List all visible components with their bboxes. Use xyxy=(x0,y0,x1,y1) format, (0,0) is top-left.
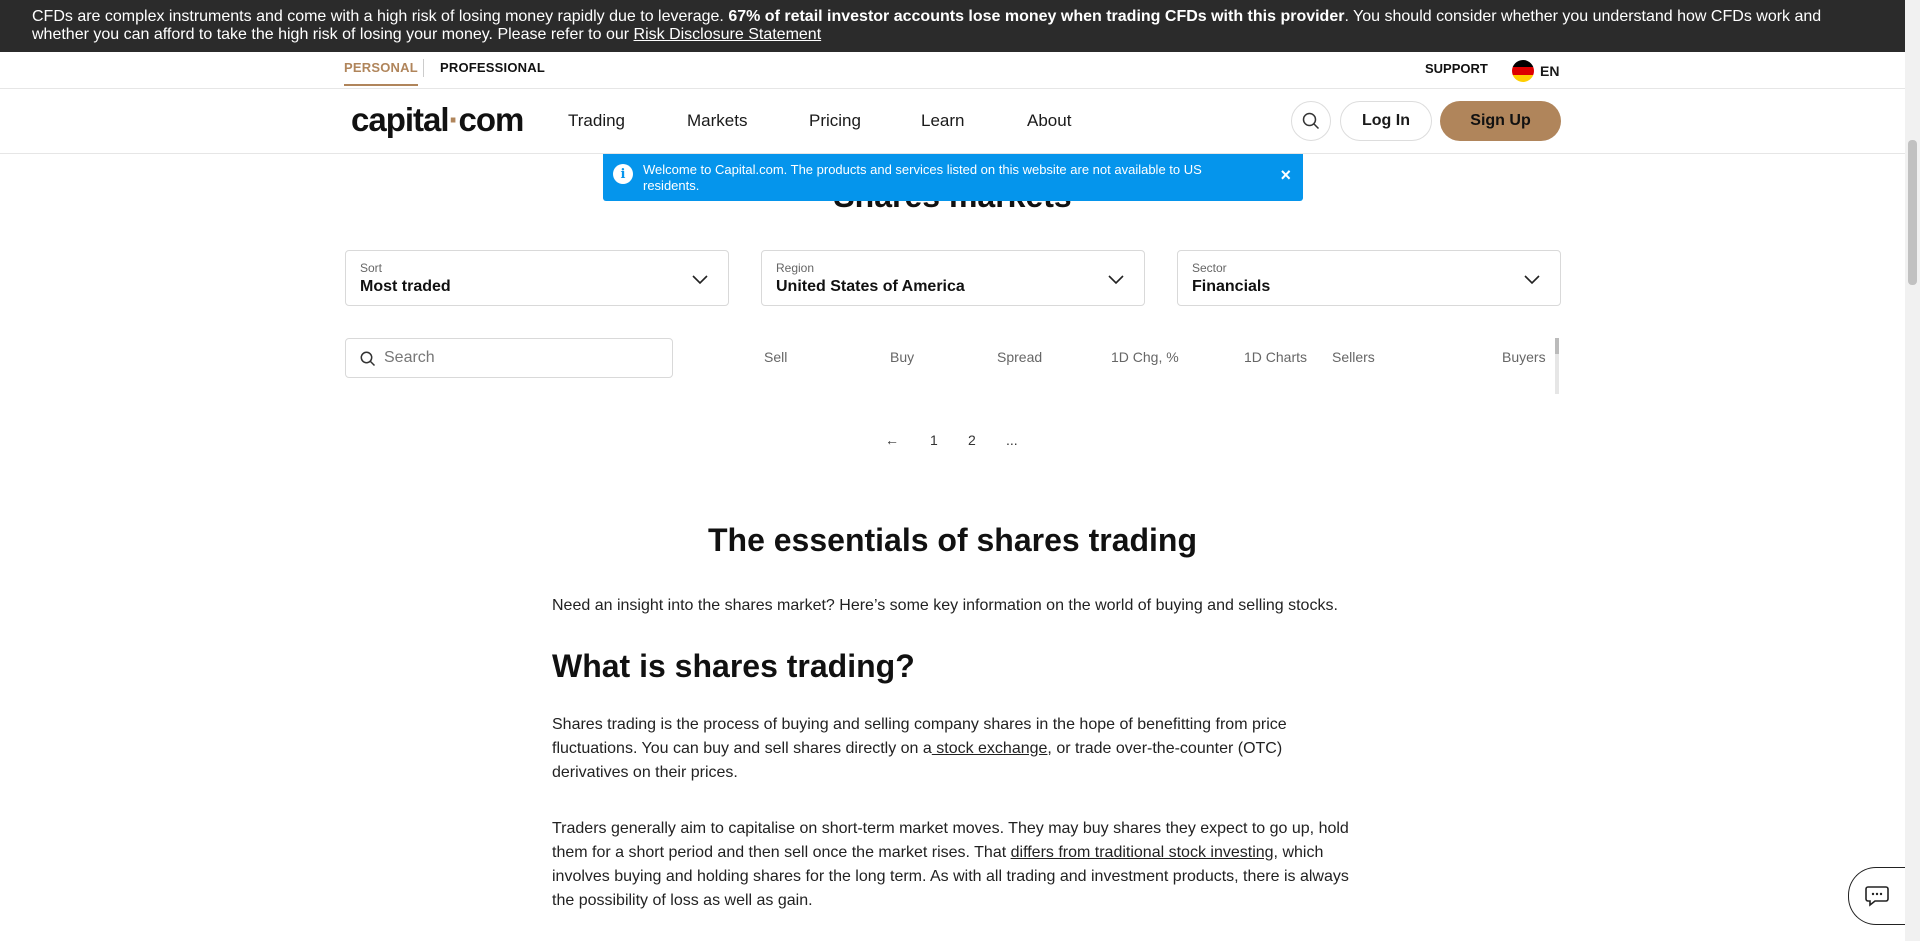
info-icon: i xyxy=(613,164,633,184)
article-paragraph-2: Traders generally aim to capitalise on s… xyxy=(552,820,1349,909)
sector-value: Financials xyxy=(1192,278,1271,295)
capital-com-logo[interactable]: capital·com xyxy=(351,101,524,139)
chevron-down-icon xyxy=(692,275,708,285)
risk-text-bold: 67% of retail investor accounts lose mon… xyxy=(728,8,1345,25)
chat-bubble-icon xyxy=(1865,886,1889,907)
column-1d-change[interactable]: 1D Chg, % xyxy=(1111,349,1179,365)
sort-label: Sort xyxy=(360,261,383,275)
search-icon xyxy=(1302,112,1320,130)
chevron-down-icon xyxy=(1108,275,1124,285)
support-link[interactable]: SUPPORT xyxy=(1425,61,1488,76)
main-nav: capital·com Trading Markets Pricing Lear… xyxy=(0,89,1905,154)
sector-dropdown[interactable]: Sector Financials xyxy=(1177,250,1561,306)
nav-learn[interactable]: Learn xyxy=(921,111,964,131)
page-ellipsis: ... xyxy=(1006,432,1018,448)
region-value: United States of America xyxy=(776,278,965,295)
stock-exchange-link[interactable]: stock exchange xyxy=(932,740,1047,757)
language-selector[interactable]: EN xyxy=(1512,60,1559,82)
us-residents-notice: i Welcome to Capital.com. The products a… xyxy=(603,154,1303,201)
article-intro: Need an insight into the shares market? … xyxy=(552,597,1338,614)
sort-value: Most traded xyxy=(360,278,451,295)
page-2[interactable]: 2 xyxy=(968,432,976,448)
column-spread[interactable]: Spread xyxy=(997,349,1042,365)
scrollbar-thumb[interactable] xyxy=(1908,140,1917,285)
region-label: Region xyxy=(776,261,815,275)
close-icon[interactable]: × xyxy=(1280,166,1291,184)
sort-dropdown[interactable]: Sort Most traded xyxy=(345,250,729,306)
column-buy[interactable]: Buy xyxy=(890,349,914,365)
page-1[interactable]: 1 xyxy=(930,432,938,448)
previous-page-arrow-icon[interactable]: ← xyxy=(885,432,899,448)
search-input[interactable] xyxy=(384,347,654,369)
risk-warning-banner: CFDs are complex instruments and come wi… xyxy=(0,0,1905,52)
column-1d-charts: 1D Charts xyxy=(1244,349,1308,365)
nav-trading[interactable]: Trading xyxy=(568,111,625,131)
risk-text: CFDs are complex instruments and come wi… xyxy=(32,8,729,25)
article-paragraph-1: Shares trading is the process of buying … xyxy=(552,716,1287,781)
article-title: The essentials of shares trading xyxy=(707,522,1198,558)
nav-markets[interactable]: Markets xyxy=(687,111,747,131)
segment-divider xyxy=(423,59,424,77)
column-sellers[interactable]: Sellers xyxy=(1332,349,1375,365)
germany-flag-icon xyxy=(1512,60,1534,82)
search-icon xyxy=(360,351,376,367)
chat-button[interactable] xyxy=(1848,867,1905,925)
nav-pricing[interactable]: Pricing xyxy=(809,111,861,131)
personal-tab[interactable]: PERSONAL xyxy=(344,60,418,86)
markets-search-field[interactable] xyxy=(345,338,673,378)
region-dropdown[interactable]: Region United States of America xyxy=(761,250,1145,306)
notice-text: Welcome to Capital.com. The products and… xyxy=(643,162,1202,193)
article-subheading: What is shares trading? xyxy=(552,648,915,684)
table-scrollbar[interactable] xyxy=(1555,338,1559,394)
chevron-down-icon xyxy=(1524,275,1540,285)
professional-tab[interactable]: PROFESSIONAL xyxy=(440,60,545,75)
top-strip: PERSONAL PROFESSIONAL SUPPORT EN xyxy=(0,52,1905,89)
stock-investing-link[interactable]: differs from traditional stock investing xyxy=(1011,844,1274,861)
column-sell[interactable]: Sell xyxy=(764,349,787,365)
risk-disclosure-link[interactable]: Risk Disclosure Statement xyxy=(634,26,822,43)
sector-label: Sector xyxy=(1192,261,1227,275)
page-scrollbar[interactable] xyxy=(1905,0,1920,941)
signup-button[interactable]: Sign Up xyxy=(1440,101,1561,141)
language-code: EN xyxy=(1540,63,1560,79)
column-buyers[interactable]: Buyers xyxy=(1502,349,1546,365)
login-button[interactable]: Log In xyxy=(1340,101,1432,141)
search-button[interactable] xyxy=(1291,101,1331,141)
nav-about[interactable]: About xyxy=(1027,111,1071,131)
